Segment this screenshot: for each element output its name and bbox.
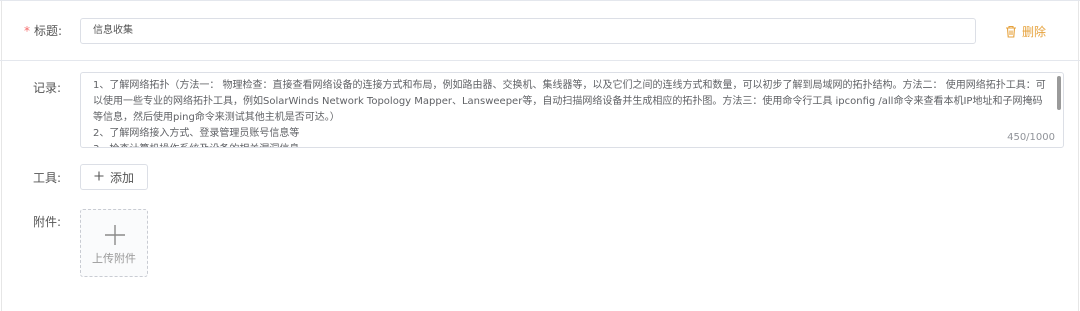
upload-plus-icon [105, 225, 125, 249]
delete-button[interactable]: 删除 [1005, 22, 1046, 40]
tools-label: 工具: [33, 171, 62, 185]
title-input[interactable]: 信息收集 [80, 18, 976, 44]
record-textarea[interactable]: 1、了解网络拓扑（方法一： 物理检查：直接查看网络设备的连接方式和布局，例如路由… [80, 72, 1064, 148]
add-tool-button[interactable]: 添加 [80, 164, 148, 190]
attachment-label: 附件: [33, 215, 62, 229]
upload-attachment-button[interactable]: 上传附件 [80, 209, 148, 277]
title-input-value: 信息收集 [93, 25, 133, 36]
add-label: 添加 [109, 170, 134, 185]
textarea-scrollbar[interactable] [1057, 76, 1061, 110]
plus-icon [94, 170, 104, 184]
upload-label: 上传附件 [92, 252, 136, 265]
trash-icon [1005, 25, 1017, 38]
char-counter: 450/1000 [1001, 131, 1055, 145]
delete-label: 删除 [1022, 24, 1047, 39]
title-section: * 标题: 信息收集 删除 [0, 0, 1080, 61]
record-label: 记录: [33, 81, 62, 95]
title-label: * 标题: [24, 24, 63, 38]
required-mark: * [24, 24, 30, 38]
record-text: 1、了解网络拓扑（方法一： 物理检查：直接查看网络设备的连接方式和布局，例如路由… [93, 80, 1046, 147]
